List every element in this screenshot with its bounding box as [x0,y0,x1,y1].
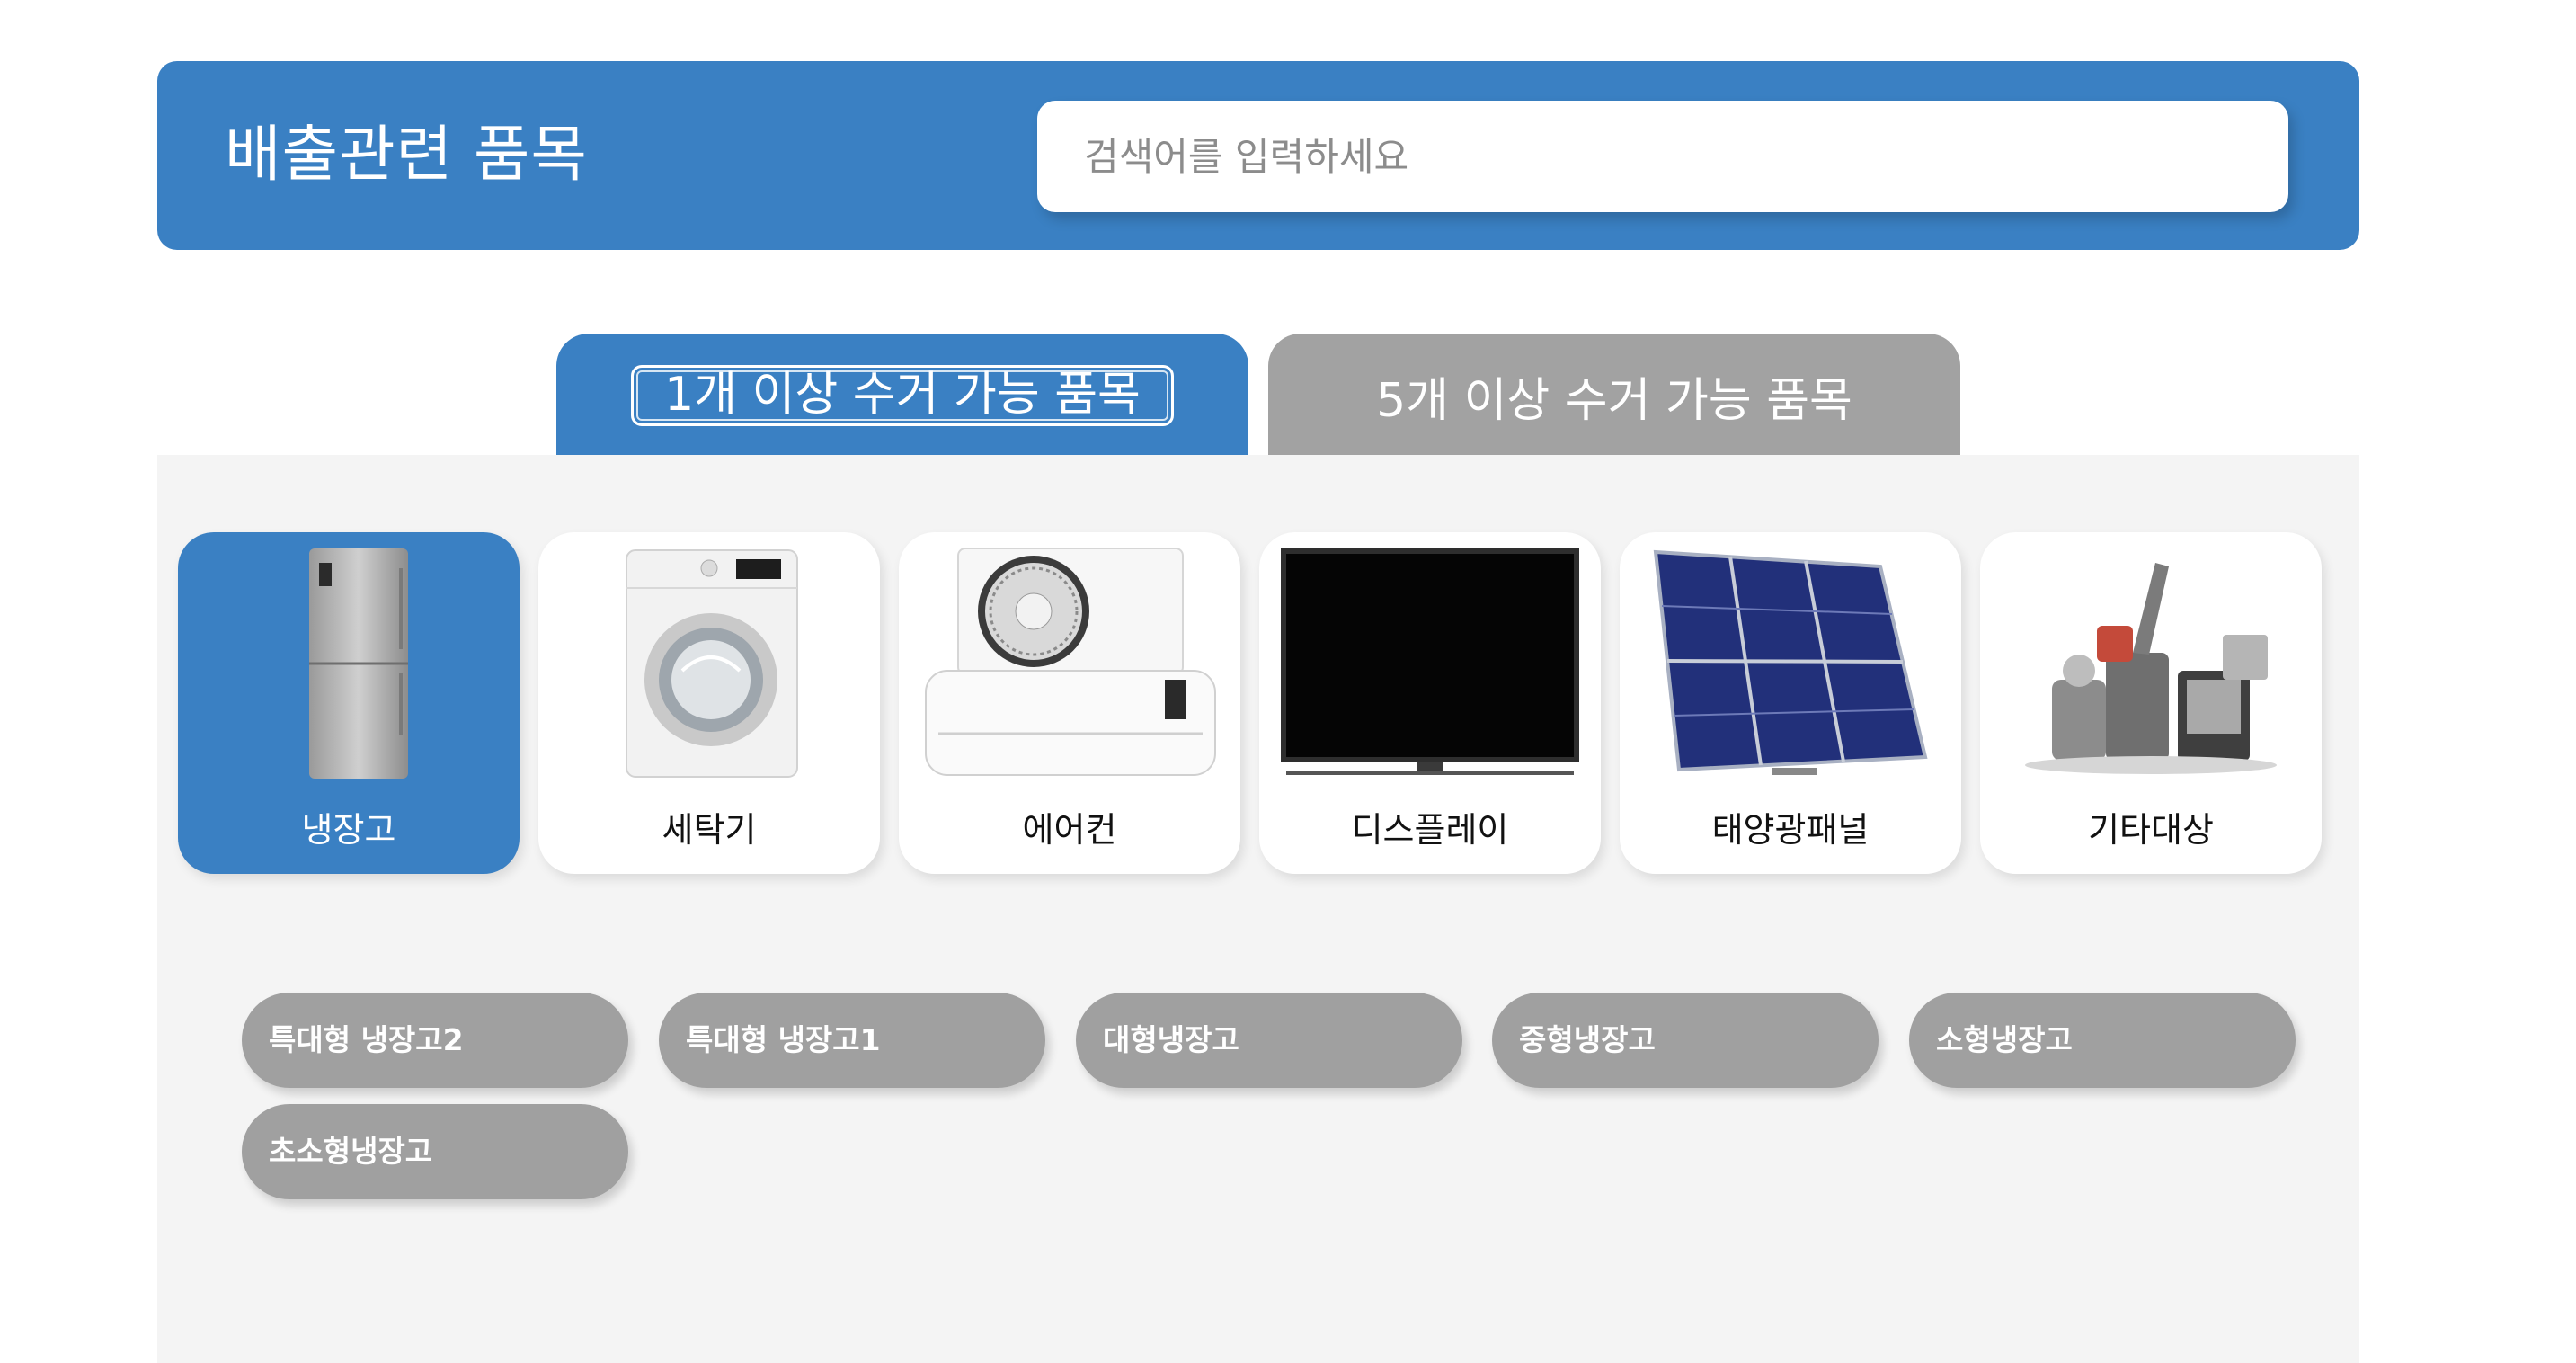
category-card-display[interactable]: 디스플레이 [1259,532,1601,874]
category-label: 기타대상 [2088,810,2214,850]
display-icon [1281,548,1579,775]
page-title: 배출관련 품목 [225,120,588,191]
category-card-solar-panel[interactable]: 태양광패널 [1620,532,1961,874]
category-card-washing-machine[interactable]: 세탁기 [538,532,880,874]
category-label: 디스플레이 [1351,810,1509,850]
appliances-icon [2025,563,2277,774]
category-card-refrigerator[interactable]: 냉장고 [178,532,520,874]
solar-panel-icon [1653,549,1928,775]
tab-five-or-more-label: 5개 이상 수거 가능 품목 [1376,373,1852,428]
category-label: 에어컨 [1022,810,1117,850]
header-bar: 배출관련 품목 [157,61,2359,250]
category-card-air-conditioner[interactable]: 에어컨 [899,532,1240,874]
air-conditioner-icon [925,548,1216,776]
category-label: 태양광패널 [1711,810,1870,850]
item-chip[interactable]: 초소형냉장고 [242,1104,628,1199]
item-chip[interactable]: 중형냉장고 [1492,993,1879,1088]
tab-one-or-more[interactable]: 1개 이상 수거 가능 품목 [556,334,1248,458]
tab-one-or-more-label: 1개 이상 수거 가능 품목 [631,365,1174,426]
refrigerator-icon [309,548,408,779]
item-chip[interactable]: 특대형 냉장고2 [242,993,628,1088]
item-chip[interactable]: 대형냉장고 [1076,993,1462,1088]
tab-five-or-more[interactable]: 5개 이상 수거 가능 품목 [1268,334,1960,458]
washing-machine-icon [626,549,798,778]
category-label: 냉장고 [301,810,396,850]
item-chip[interactable]: 특대형 냉장고1 [659,993,1045,1088]
category-card-other[interactable]: 기타대상 [1980,532,2322,874]
search-input[interactable] [1037,101,2288,212]
item-chip[interactable]: 소형냉장고 [1909,993,2296,1088]
category-label: 세탁기 [662,810,757,850]
